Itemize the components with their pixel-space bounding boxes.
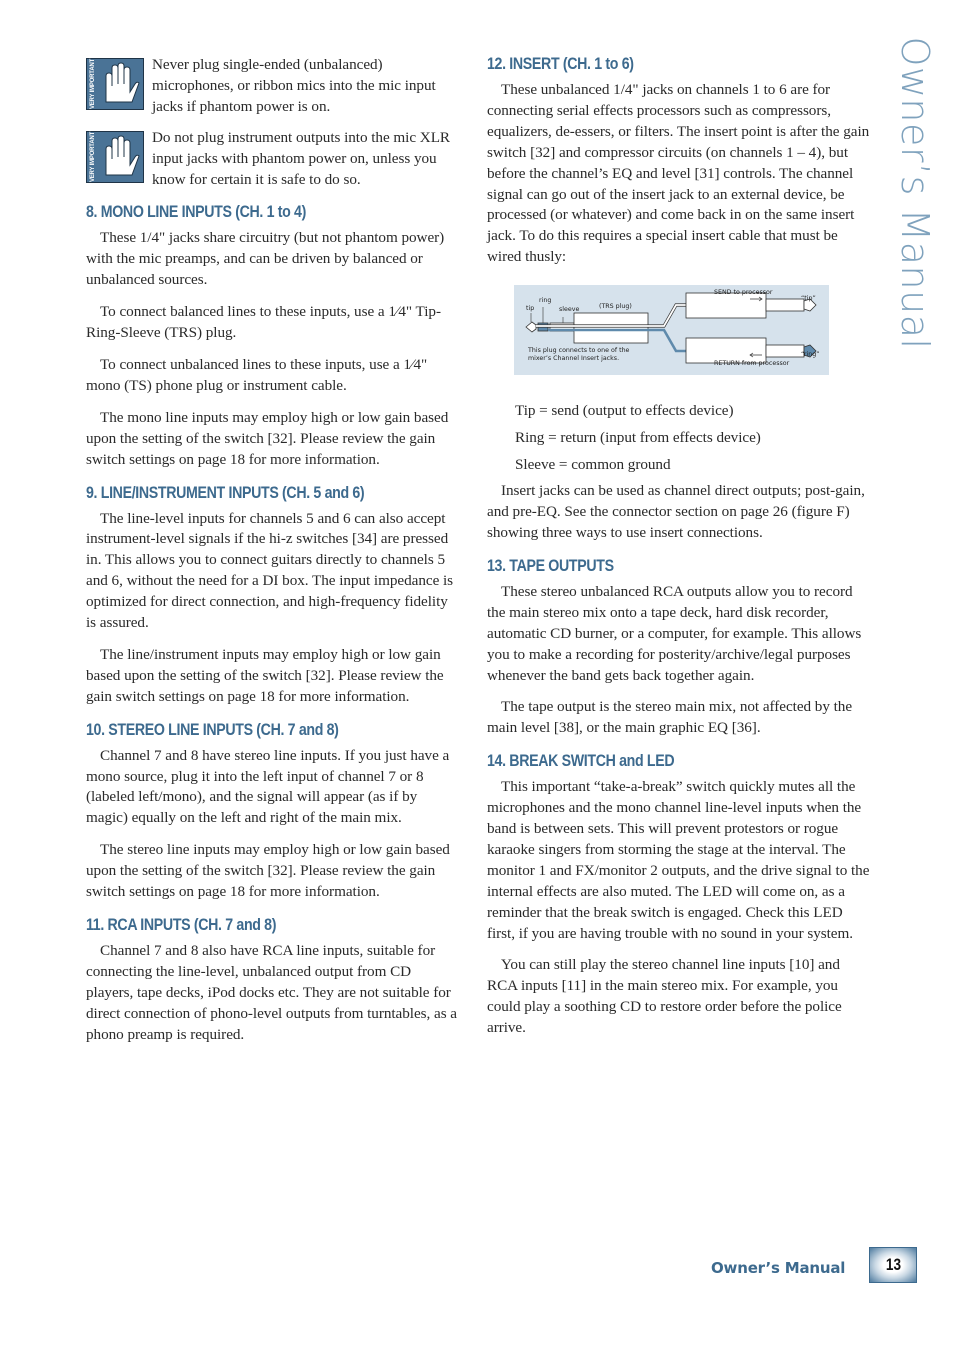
paragraph: These unbalanced 1/4" jacks on channels … [487, 81, 870, 266]
section-12: 12. INSERT (CH. 1 to 6) These unbalanced… [487, 55, 872, 544]
section-heading: 13. TAPE OUTPUTS [487, 556, 614, 575]
warning-note-1: VERY IMPORTANT Never plug single-ended (… [86, 55, 458, 118]
icon-label: VERY IMPORTANT [90, 58, 96, 110]
label-trs-plug: (TRS plug) [599, 303, 632, 311]
section-13: 13. TAPE OUTPUTS These stereo unbalanced… [487, 557, 872, 739]
paragraph: The line-level inputs for channels 5 and… [86, 509, 454, 632]
paragraph: Insert jacks can be used as channel dire… [487, 482, 865, 541]
page-number-badge: 13 [869, 1247, 917, 1283]
section-14: 14. BREAK SWITCH and LED This important … [487, 752, 872, 1039]
label-sleeve: sleeve [559, 306, 580, 314]
section-10: 10. STEREO LINE INPUTS (CH. 7 and 8) Cha… [86, 721, 458, 903]
section-8: 8. MONO LINE INPUTS (CH. 1 to 4) These 1… [86, 203, 458, 470]
wiring-item-ring: Ring = return (input from effects device… [515, 429, 761, 447]
page-number: 13 [885, 1255, 901, 1274]
label-return: RETURN from processor [714, 360, 790, 368]
side-title-text: Owner’s Manual [893, 35, 937, 350]
paragraph: The stereo line inputs may employ high o… [86, 841, 450, 901]
section-11: 11. RCA INPUTS (CH. 7 and 8) Channel 7 a… [86, 916, 458, 1046]
section-heading: 14. BREAK SWITCH and LED [487, 752, 675, 771]
trs-plug-body-icon [573, 312, 649, 344]
insert-cable-diagram: tip ring sleeve (TRS plug) SEND to proce… [514, 285, 829, 376]
paragraph: This important “take-a-break” switch qui… [487, 778, 870, 942]
label-ring: ring [539, 297, 552, 305]
paragraph: The line/instrument inputs may employ hi… [86, 645, 444, 705]
warning-text: Never plug single-ended (unbalanced) mic… [152, 56, 436, 115]
return-plug-sleeve-icon [765, 344, 805, 358]
paragraph: These stereo unbalanced RCA outputs allo… [487, 582, 862, 684]
paragraph: Channel 7 and 8 also have RCA line input… [86, 942, 457, 1043]
paragraph: To connect balanced lines to these input… [86, 303, 441, 342]
section-heading: 12. INSERT (CH. 1 to 6) [487, 55, 634, 73]
paragraph: The tape output is the stereo main mix, … [487, 698, 853, 737]
wiring-item-tip: Tip = send (output to effects device) [515, 402, 734, 420]
right-column: 12. INSERT (CH. 1 to 6) These unbalanced… [487, 55, 872, 1050]
section-heading: 9. LINE/INSTRUMENT INPUTS (CH. 5 and 6) [86, 483, 365, 502]
left-column: VERY IMPORTANT Never plug single-ended (… [86, 55, 458, 1057]
caption-line-1: This plug connects to one of the [528, 347, 630, 355]
paragraph: You can still play the stereo channel li… [487, 956, 842, 1037]
section-heading: 8. MONO LINE INPUTS (CH. 1 to 4) [86, 203, 306, 222]
wiring-list: Tip = send (output to effects device) Ri… [487, 400, 872, 476]
caption-line-2: mixer’s Channel Insert jacks. [528, 355, 620, 363]
paragraph: These 1/4" jacks share circuitry (but no… [86, 229, 445, 289]
section-heading: 11. RCA INPUTS (CH. 7 and 8) [86, 916, 277, 934]
send-plug-sleeve-icon [765, 298, 805, 312]
paragraph: To connect unbalanced lines to these inp… [86, 355, 428, 394]
label-ring-quoted: “ring” [801, 351, 820, 359]
footer-title: Owner’s Manual [711, 1259, 846, 1277]
very-important-hand-icon: VERY IMPORTANT [86, 130, 144, 183]
send-plug-body-icon [685, 292, 767, 319]
hand-icon [105, 135, 140, 176]
label-send: SEND to processor [714, 289, 773, 297]
warning-note-2: VERY IMPORTANT Do not plug instrument ou… [86, 128, 458, 191]
section-heading: 10. STEREO LINE INPUTS (CH. 7 and 8) [86, 720, 339, 739]
plug-tip-icon [525, 321, 537, 333]
very-important-hand-icon: VERY IMPORTANT [86, 58, 144, 110]
wiring-item-sleeve: Sleeve = common ground [515, 456, 671, 474]
label-tip: tip [526, 305, 535, 313]
section-9: 9. LINE/INSTRUMENT INPUTS (CH. 5 and 6) … [86, 484, 458, 708]
warning-text: Do not plug instrument outputs into the … [152, 128, 451, 188]
side-title: Owner’s Manual [884, 36, 946, 349]
paragraph: The mono line inputs may employ high or … [86, 408, 449, 468]
label-tip-quoted: “tip” [801, 295, 816, 303]
icon-label: VERY IMPORTANT [90, 131, 96, 182]
paragraph: Channel 7 and 8 have stereo line inputs.… [86, 746, 450, 827]
hand-icon [105, 62, 140, 103]
